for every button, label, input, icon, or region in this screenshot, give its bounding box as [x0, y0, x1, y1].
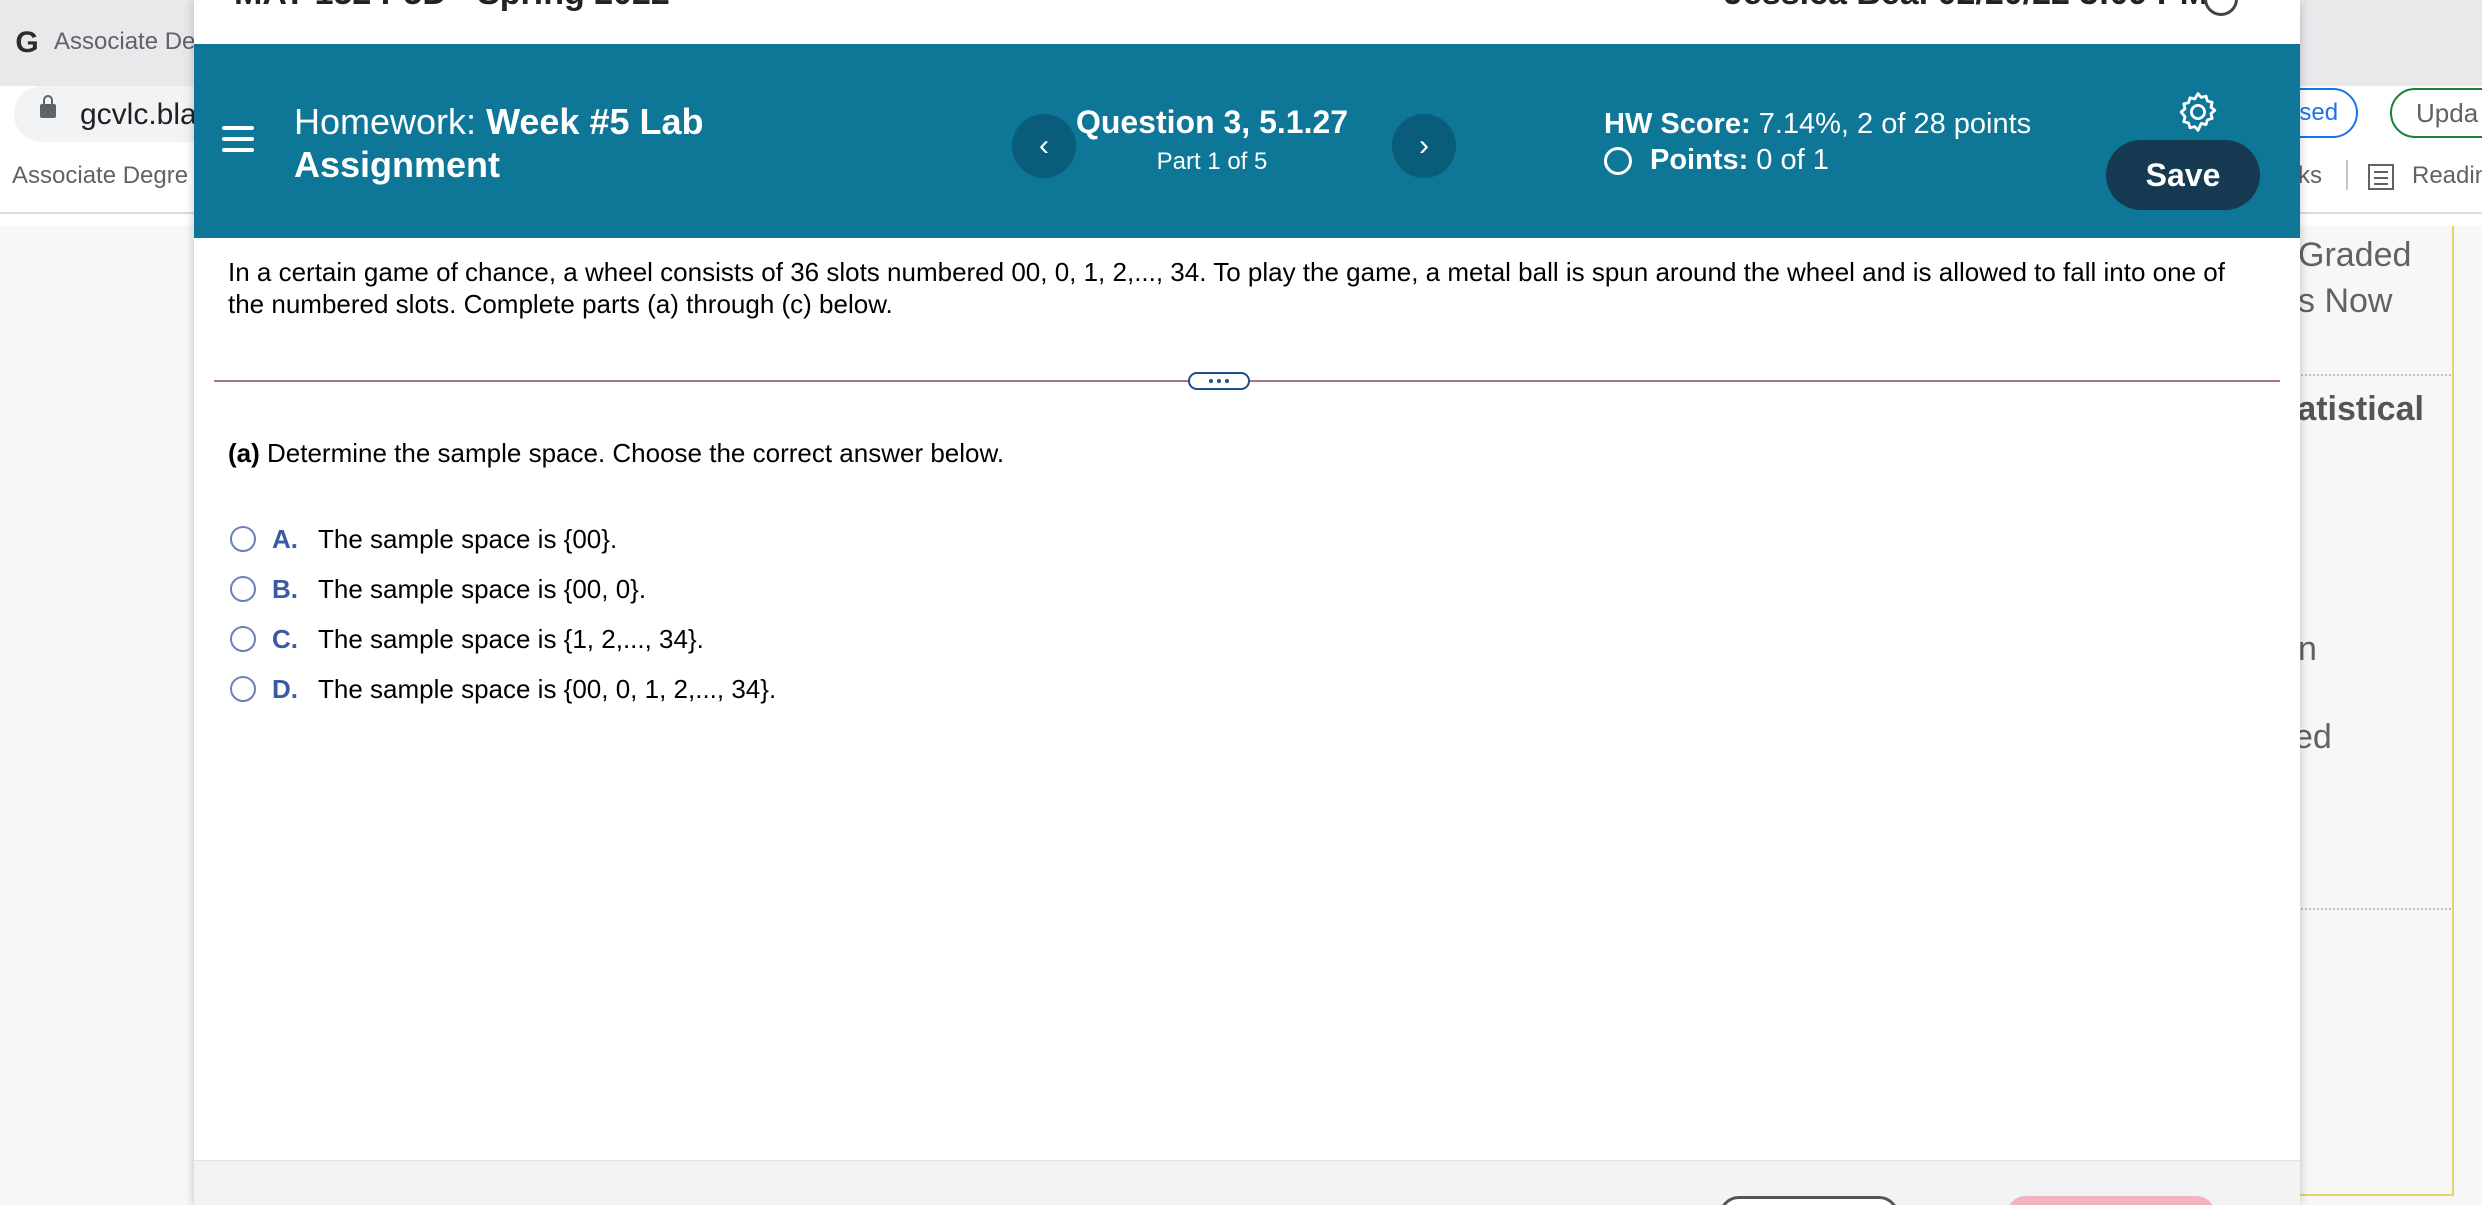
- previous-question-button[interactable]: ‹: [1012, 114, 1076, 178]
- gear-icon[interactable]: [2174, 88, 2222, 136]
- question-modal: MAT 152 P5D - Spring 2022 Jessica Beal 0…: [194, 0, 2300, 1205]
- option-a[interactable]: A. The sample space is {00}.: [230, 514, 776, 564]
- points-value: 0 of 1: [1756, 144, 1829, 176]
- dotted-divider: [2298, 374, 2454, 376]
- homework-title: Homework: Week #5 Lab: [294, 104, 704, 140]
- points: Points: 0 of 1: [1604, 144, 1829, 177]
- bookmark-divider: [2346, 160, 2348, 190]
- question-text: In a certain game of chance, a wheel con…: [228, 257, 2225, 319]
- option-d[interactable]: D. The sample space is {00, 0, 1, 2,...,…: [230, 664, 776, 714]
- radio-button[interactable]: [230, 626, 256, 652]
- modal-top-bar: MAT 152 P5D - Spring 2022 Jessica Beal 0…: [194, 0, 2300, 44]
- panel-edge-bottom: [2298, 1194, 2454, 1196]
- option-letter: B.: [272, 573, 298, 604]
- option-letter: D.: [272, 673, 298, 704]
- course-title: MAT 152 P5D - Spring 2022: [234, 0, 670, 13]
- question-title: Question 3, 5.1.27: [1075, 104, 1349, 140]
- option-text: The sample space is {1, 2,..., 34}.: [318, 623, 704, 654]
- homework-name-line2: Assignment: [294, 144, 501, 185]
- next-question-button[interactable]: ›: [1392, 114, 1456, 178]
- radio-button[interactable]: [230, 676, 256, 702]
- option-b[interactable]: B. The sample space is {00, 0}.: [230, 564, 776, 614]
- radio-button[interactable]: [230, 526, 256, 552]
- option-text: The sample space is {00, 0, 1, 2,..., 34…: [318, 673, 777, 704]
- hw-score-label: HW Score:: [1604, 108, 1751, 140]
- save-button[interactable]: Save: [2106, 140, 2260, 210]
- right-panel-graded: Graded s Now: [2298, 232, 2411, 324]
- option-letter: C.: [272, 623, 298, 654]
- modal-footer: [194, 1160, 2300, 1205]
- chevron-right-icon: ›: [1419, 129, 1429, 162]
- bookmark-associate[interactable]: Associate Degre: [12, 162, 188, 190]
- dotted-divider-2: [2298, 908, 2454, 910]
- part-a-prompt: (a) Determine the sample space. Choose t…: [228, 438, 1004, 469]
- footer-primary-button[interactable]: [2006, 1196, 2216, 1205]
- lock-icon: [40, 95, 56, 118]
- answer-options: A. The sample space is {00}. B. The samp…: [230, 514, 776, 714]
- right-panel-text-n: n: [2298, 630, 2317, 668]
- right-panel-statistical: tatistical: [2286, 390, 2424, 428]
- graded-line1: Graded: [2298, 236, 2412, 274]
- question-part: Part 1 of 5: [1156, 148, 1268, 175]
- google-icon: G: [15, 26, 39, 59]
- points-status-icon: [1604, 146, 1632, 175]
- chevron-left-icon: ‹: [1039, 129, 1049, 162]
- bookmarks-label[interactable]: ks: [2298, 162, 2322, 190]
- menu-icon[interactable]: [222, 126, 254, 152]
- part-a-label: (a): [228, 438, 260, 468]
- homework-name: Week #5 Lab: [486, 101, 704, 142]
- radio-button[interactable]: [230, 576, 256, 602]
- option-letter: A.: [272, 523, 298, 554]
- help-icon[interactable]: [2204, 0, 2238, 16]
- reading-list-icon[interactable]: [2368, 164, 2394, 190]
- panel-edge: [2452, 226, 2454, 1196]
- homework-header: Homework: Week #5 Lab Assignment ‹ Quest…: [194, 44, 2300, 238]
- user-time: Jessica Beal 02/20/22 3:09 PM: [1724, 0, 2208, 13]
- part-a-text: Determine the sample space. Choose the c…: [267, 438, 1005, 468]
- expand-more-button[interactable]: [1188, 372, 1250, 390]
- points-label: Points:: [1650, 144, 1749, 176]
- reading-list-label[interactable]: Readin: [2412, 162, 2482, 190]
- browser-tab-title[interactable]: Associate De: [54, 28, 195, 56]
- hw-score: HW Score: 7.14%, 2 of 28 points: [1604, 108, 2031, 141]
- update-pill[interactable]: Upda: [2390, 88, 2482, 138]
- hw-score-value: 7.14%, 2 of 28 points: [1758, 108, 2032, 140]
- homework-label: Homework:: [294, 101, 477, 142]
- option-c[interactable]: C. The sample space is {1, 2,..., 34}.: [230, 614, 776, 664]
- option-text: The sample space is {00}.: [318, 523, 618, 554]
- option-text: The sample space is {00, 0}.: [318, 573, 647, 604]
- footer-secondary-button[interactable]: [1719, 1196, 1899, 1205]
- graded-line2: s Now: [2298, 282, 2393, 320]
- address-text[interactable]: gcvlc.bla: [80, 98, 197, 132]
